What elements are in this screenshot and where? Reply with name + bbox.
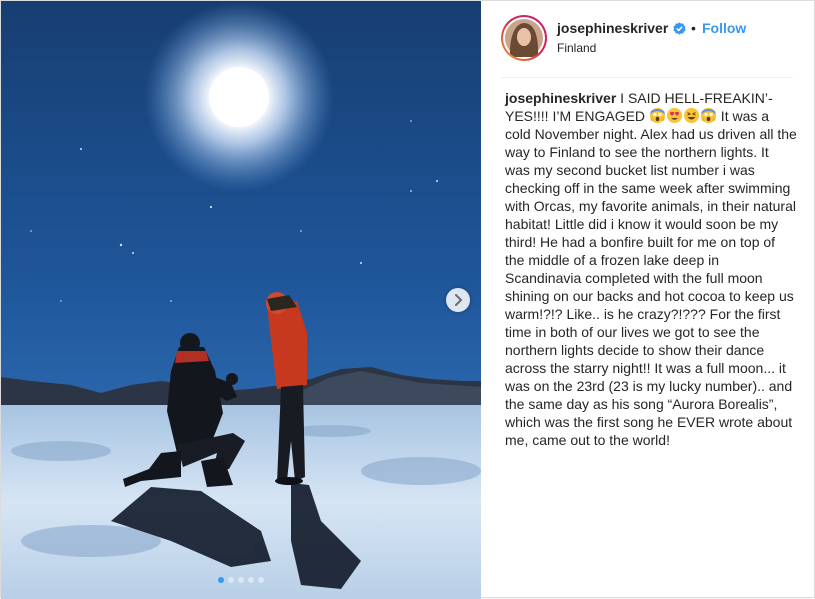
grinning-squinting-emoji-icon (683, 108, 699, 123)
carousel-dot (258, 577, 264, 583)
avatar-image (503, 17, 545, 59)
post-username[interactable]: josephineskriver (557, 20, 668, 36)
post-photo[interactable] (1, 1, 481, 599)
screaming-face-emoji-icon (649, 108, 665, 123)
carousel-dot (248, 577, 254, 583)
carousel-dot (238, 577, 244, 583)
avatar[interactable] (501, 15, 547, 61)
post-location[interactable]: Finland (557, 41, 596, 55)
post-caption: josephineskriver I SAID HELL-FREAKIN’-YE… (505, 89, 797, 449)
carousel-next-button[interactable] (446, 288, 470, 312)
post-header: josephineskriver • Follow Finland (482, 1, 815, 77)
instagram-post: josephineskriver • Follow Finland joseph… (0, 0, 815, 599)
screaming-face-emoji-icon (700, 108, 716, 123)
chevron-right-icon (455, 294, 463, 306)
separator-bullet: • (691, 20, 696, 36)
verified-badge-icon (673, 22, 686, 35)
proposal-photo (1, 1, 481, 599)
carousel-indicator (1, 577, 481, 583)
carousel-dot (228, 577, 234, 583)
follow-button[interactable]: Follow (702, 20, 746, 36)
post-sidebar: josephineskriver • Follow Finland joseph… (482, 1, 815, 599)
caption-text-body: It was a cold November night. Alex had u… (505, 108, 797, 448)
carousel-dot (218, 577, 224, 583)
caption-username[interactable]: josephineskriver (505, 90, 616, 106)
heart-eyes-emoji-icon (666, 108, 682, 123)
header-divider (501, 77, 793, 78)
